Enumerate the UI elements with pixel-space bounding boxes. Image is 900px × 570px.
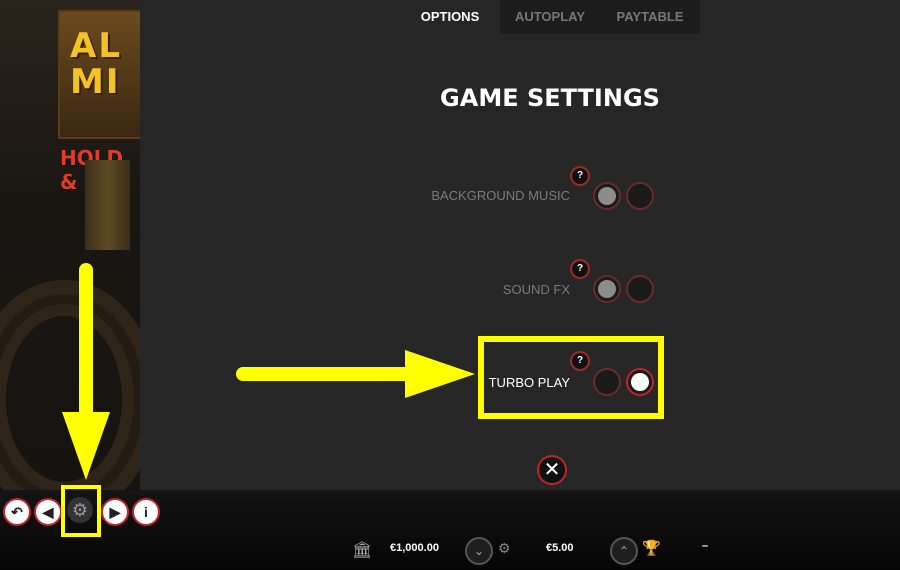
prev-button[interactable]: ◀ xyxy=(34,498,62,526)
trophy-icon: 🏆 xyxy=(642,540,661,557)
bet-increase-button[interactable]: ⌃ xyxy=(610,537,638,565)
background-music-label: BACKGROUND MUSIC xyxy=(431,188,570,203)
tab-options[interactable]: OPTIONS xyxy=(400,0,500,34)
chevron-down-icon: ⌄ xyxy=(473,544,485,558)
balance-value: €1,000.00 xyxy=(390,542,439,554)
tab-paytable[interactable]: PAYTABLE xyxy=(600,0,700,34)
bet-decrease-button[interactable]: ⌄ xyxy=(465,537,493,565)
help-icon[interactable]: ? xyxy=(570,259,590,279)
help-icon[interactable]: ? xyxy=(570,166,590,186)
game-logo-text: AL MI xyxy=(70,28,122,100)
sound-fx-label: SOUND FX xyxy=(502,282,570,297)
back-icon: ↶ xyxy=(11,504,23,520)
sound-fx-off-radio[interactable] xyxy=(626,275,654,303)
next-button[interactable]: ▶ xyxy=(101,498,129,526)
tab-autoplay[interactable]: AUTOPLAY xyxy=(500,0,600,34)
game-logo-line2: MI xyxy=(70,62,121,102)
settings-highlight-box xyxy=(61,485,101,537)
annotation-arrow-horizontal-head xyxy=(405,350,475,398)
bank-icon: 🏛 xyxy=(352,542,373,559)
annotation-arrow-vertical-head xyxy=(62,412,110,480)
annotation-arrow-vertical-shaft xyxy=(79,263,93,423)
page-title: GAME SETTINGS xyxy=(440,84,660,112)
close-button[interactable]: ✕ xyxy=(537,455,567,485)
settings-tabs: OPTIONS AUTOPLAY PAYTABLE xyxy=(400,0,700,34)
wooden-post xyxy=(85,160,130,250)
back-button[interactable]: ↶ xyxy=(3,498,31,526)
coins-icon: ⚙ xyxy=(498,540,511,556)
chevron-up-icon: ⌃ xyxy=(618,544,630,558)
win-value: – xyxy=(702,540,709,552)
background-music-off-radio[interactable] xyxy=(626,182,654,210)
info-button[interactable]: i xyxy=(132,498,160,526)
game-logo-line1: AL xyxy=(70,26,122,66)
prev-icon: ◀ xyxy=(42,504,54,520)
turbo-play-highlight-box xyxy=(478,336,664,419)
sound-fx-on-radio[interactable] xyxy=(593,275,621,303)
background-music-on-radio[interactable] xyxy=(593,182,621,210)
next-icon: ▶ xyxy=(109,504,121,520)
bet-value: €5.00 xyxy=(546,542,574,554)
annotation-arrow-horizontal-shaft xyxy=(236,367,426,381)
info-icon: i xyxy=(144,504,148,520)
